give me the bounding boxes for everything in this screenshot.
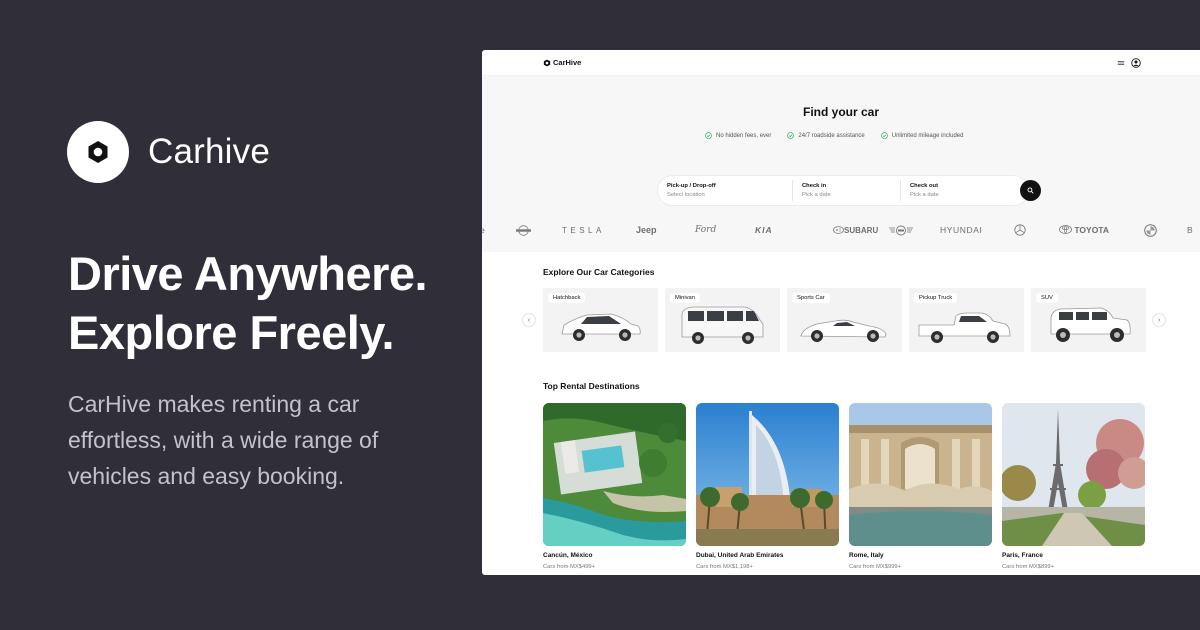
- check-out-placeholder: Pick a date: [910, 192, 939, 198]
- destination-name: Cancún, México: [543, 552, 593, 559]
- find-car-title: Find your car: [802, 105, 879, 119]
- search-hero: Find your car No hidden fees, ever 24/7 …: [482, 76, 1200, 252]
- check-circle-icon: [787, 132, 795, 139]
- perk-label: 24/7 roadside assistance: [798, 132, 865, 139]
- brand-subaru[interactable]: SUBARU: [833, 226, 878, 235]
- destination-name: Paris, France: [1002, 552, 1043, 559]
- headline-line-2: Explore Freely.: [68, 306, 395, 359]
- category-carousel: Hatchback Minivan Sports Car Pickup Truc…: [543, 288, 1153, 352]
- app-screenshot: CarHive Find your car No hidden fees, ev…: [482, 50, 1200, 575]
- hexagon-icon: [543, 59, 551, 66]
- search-bar: Pick-up / Drop-off Select location Check…: [658, 176, 1041, 205]
- app-brand-label: CarHive: [553, 58, 582, 67]
- brand-tesla[interactable]: TESLA: [562, 226, 605, 235]
- perk-label: No hidden fees, ever: [716, 132, 772, 139]
- category-label: Minivan: [670, 293, 700, 303]
- check-in-field[interactable]: Check in Pick a date: [792, 180, 900, 201]
- category-label: SUV: [1036, 293, 1058, 303]
- brand-kia[interactable]: KIA: [755, 225, 773, 235]
- destination-card-dubai[interactable]: Dubai, United Arab Emirates Cars from MX…: [696, 403, 839, 570]
- app-topbar: CarHive: [482, 50, 1200, 76]
- destination-image: [696, 403, 839, 546]
- brand-strip: e TESLA Jeep Ford KIA SUBARU HYUNDAI TOY…: [482, 223, 1200, 237]
- destination-price: Cars from MX$999+: [849, 564, 902, 570]
- location-placeholder: Select location: [667, 192, 705, 198]
- destination-name: Dubai, United Arab Emirates: [696, 552, 784, 559]
- chevron-right-icon: ›: [1157, 316, 1161, 324]
- check-out-field[interactable]: Check out Pick a date: [900, 180, 1010, 201]
- brand-jeep[interactable]: Jeep: [636, 225, 657, 235]
- category-label: Hatchback: [548, 293, 586, 303]
- destination-image: [849, 403, 992, 546]
- perk-item: 24/7 roadside assistance: [787, 132, 865, 139]
- brand-logo: Carhive: [67, 121, 270, 183]
- destination-card-rome[interactable]: Rome, Italy Cars from MX$999+: [849, 403, 992, 570]
- category-card-pickup-truck[interactable]: Pickup Truck: [909, 288, 1024, 352]
- destination-image: [1002, 403, 1145, 546]
- brand-name: Carhive: [148, 132, 271, 171]
- app-brand[interactable]: CarHive: [543, 58, 581, 67]
- headline-line-1: Drive Anywhere.: [68, 247, 428, 300]
- category-card-sports-car[interactable]: Sports Car: [787, 288, 902, 352]
- hero-headline: Drive Anywhere. Explore Freely.: [68, 244, 428, 362]
- category-label: Sports Car: [792, 293, 830, 303]
- mercedes-logo-icon[interactable]: [1014, 224, 1026, 236]
- destination-price: Cars from MX$499+: [543, 564, 596, 570]
- carousel-next-button[interactable]: ›: [1152, 313, 1166, 327]
- perk-item: No hidden fees, ever: [705, 132, 771, 139]
- destinations-grid: Cancún, México Cars from MX$499+ Dubai, …: [543, 403, 1155, 570]
- check-in-placeholder: Pick a date: [802, 192, 831, 198]
- bmw-logo-icon[interactable]: [1144, 223, 1157, 237]
- mini-logo-icon[interactable]: [888, 225, 914, 236]
- brand-subaru-label: SUBARU: [844, 225, 879, 235]
- category-card-suv[interactable]: SUV: [1031, 288, 1146, 352]
- check-circle-icon: [880, 132, 888, 139]
- category-label: Pickup Truck: [914, 293, 958, 303]
- perk-label: Unlimited mileage included: [891, 132, 964, 139]
- subaru-star-icon: [833, 225, 844, 234]
- hero-subcopy: CarHive makes renting a car effortless, …: [68, 391, 379, 489]
- categories-title: Explore Our Car Categories: [543, 267, 655, 277]
- search-icon: [1027, 187, 1034, 194]
- destinations-title: Top Rental Destinations: [543, 381, 640, 391]
- brand-toyota[interactable]: TOYOTA: [1059, 225, 1109, 235]
- perk-item: Unlimited mileage included: [880, 132, 964, 139]
- brand-hyundai[interactable]: HYUNDAI: [940, 225, 982, 235]
- chevron-left-icon: ‹: [527, 316, 531, 324]
- brand-logo-partial: e: [482, 225, 485, 235]
- brand-ford[interactable]: Ford: [695, 225, 716, 235]
- destination-name: Rome, Italy: [849, 552, 884, 559]
- location-label: Pick-up / Drop-off: [667, 183, 716, 189]
- destination-price: Cars from MX$1,198+: [696, 564, 753, 570]
- menu-icon[interactable]: [1117, 59, 1125, 67]
- location-field[interactable]: Pick-up / Drop-off Select location: [658, 180, 792, 201]
- user-circle-icon[interactable]: [1131, 57, 1141, 68]
- hexagon-icon: [67, 121, 129, 183]
- brand-logo-partial: B: [1187, 225, 1193, 235]
- destination-image: [543, 403, 686, 546]
- check-circle-icon: [705, 132, 712, 139]
- toyota-ellipse-icon: [1059, 225, 1072, 234]
- nissan-logo-icon[interactable]: [515, 224, 532, 236]
- search-button[interactable]: [1020, 180, 1041, 201]
- check-out-label: Check out: [910, 183, 939, 189]
- destination-price: Cars from MX$899+: [1002, 564, 1055, 570]
- top-actions: [1111, 57, 1141, 68]
- category-card-hatchback[interactable]: Hatchback: [543, 288, 658, 352]
- carousel-prev-button[interactable]: ‹: [522, 313, 536, 327]
- check-in-label: Check in: [802, 183, 827, 189]
- destination-card-paris[interactable]: Paris, France Cars from MX$899+: [1002, 403, 1145, 570]
- perks-list: No hidden fees, ever 24/7 roadside assis…: [705, 132, 979, 139]
- destination-card-cancun[interactable]: Cancún, México Cars from MX$499+: [543, 403, 686, 570]
- brand-toyota-label: TOYOTA: [1074, 225, 1110, 235]
- category-card-minivan[interactable]: Minivan: [665, 288, 780, 352]
